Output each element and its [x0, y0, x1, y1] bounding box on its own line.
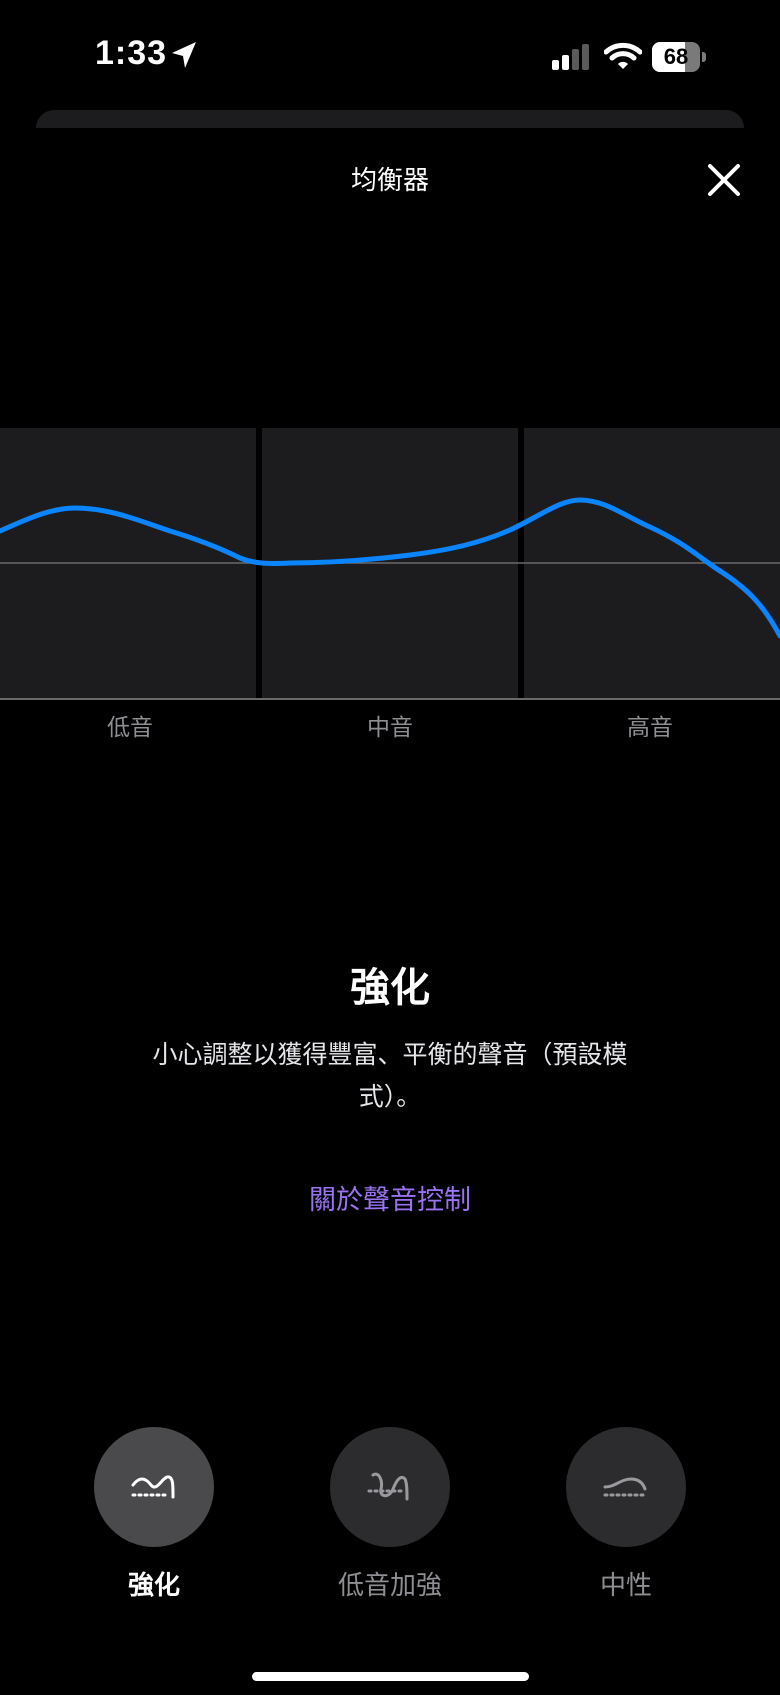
neutral-icon [603, 1477, 647, 1497]
status-bar: 1:33 68 [0, 0, 780, 100]
preset-bass-boost-button[interactable]: 低音加強 [310, 1427, 470, 1602]
preset-title: 強化 [350, 965, 430, 1011]
close-button[interactable] [700, 156, 748, 204]
preset-description: 小心調整以獲得豐富、平衡的聲音（預設模式）。 [152, 1040, 628, 1111]
preset-label: 中性 [599, 1571, 652, 1601]
about-sound-controls-link[interactable]: 關於聲音控制 [0, 1178, 780, 1217]
close-icon [708, 164, 740, 196]
battery-indicator: 68 [652, 42, 706, 72]
preset-enhance-button[interactable]: 強化 [74, 1427, 234, 1602]
sheet-title: 均衡器 [350, 166, 429, 196]
sheet-top-edge [36, 110, 744, 128]
equalizer-chart[interactable] [0, 428, 780, 700]
status-time: 1:33 [95, 34, 168, 72]
wifi-icon [604, 42, 642, 69]
home-indicator[interactable] [252, 1672, 529, 1681]
band-label-treble: 高音 [627, 715, 673, 741]
location-arrow-icon [172, 42, 196, 68]
bass-boost-icon [367, 1472, 409, 1501]
preset-label: 強化 [127, 1571, 180, 1601]
preset-neutral-button[interactable]: 中性 [546, 1427, 706, 1602]
cellular-signal-icon [552, 44, 589, 70]
battery-percentage: 68 [663, 44, 689, 69]
preset-label: 低音加強 [337, 1571, 442, 1601]
band-label-mid: 中音 [367, 715, 413, 741]
enhance-icon [131, 1475, 175, 1499]
band-label-bass: 低音 [107, 715, 153, 741]
